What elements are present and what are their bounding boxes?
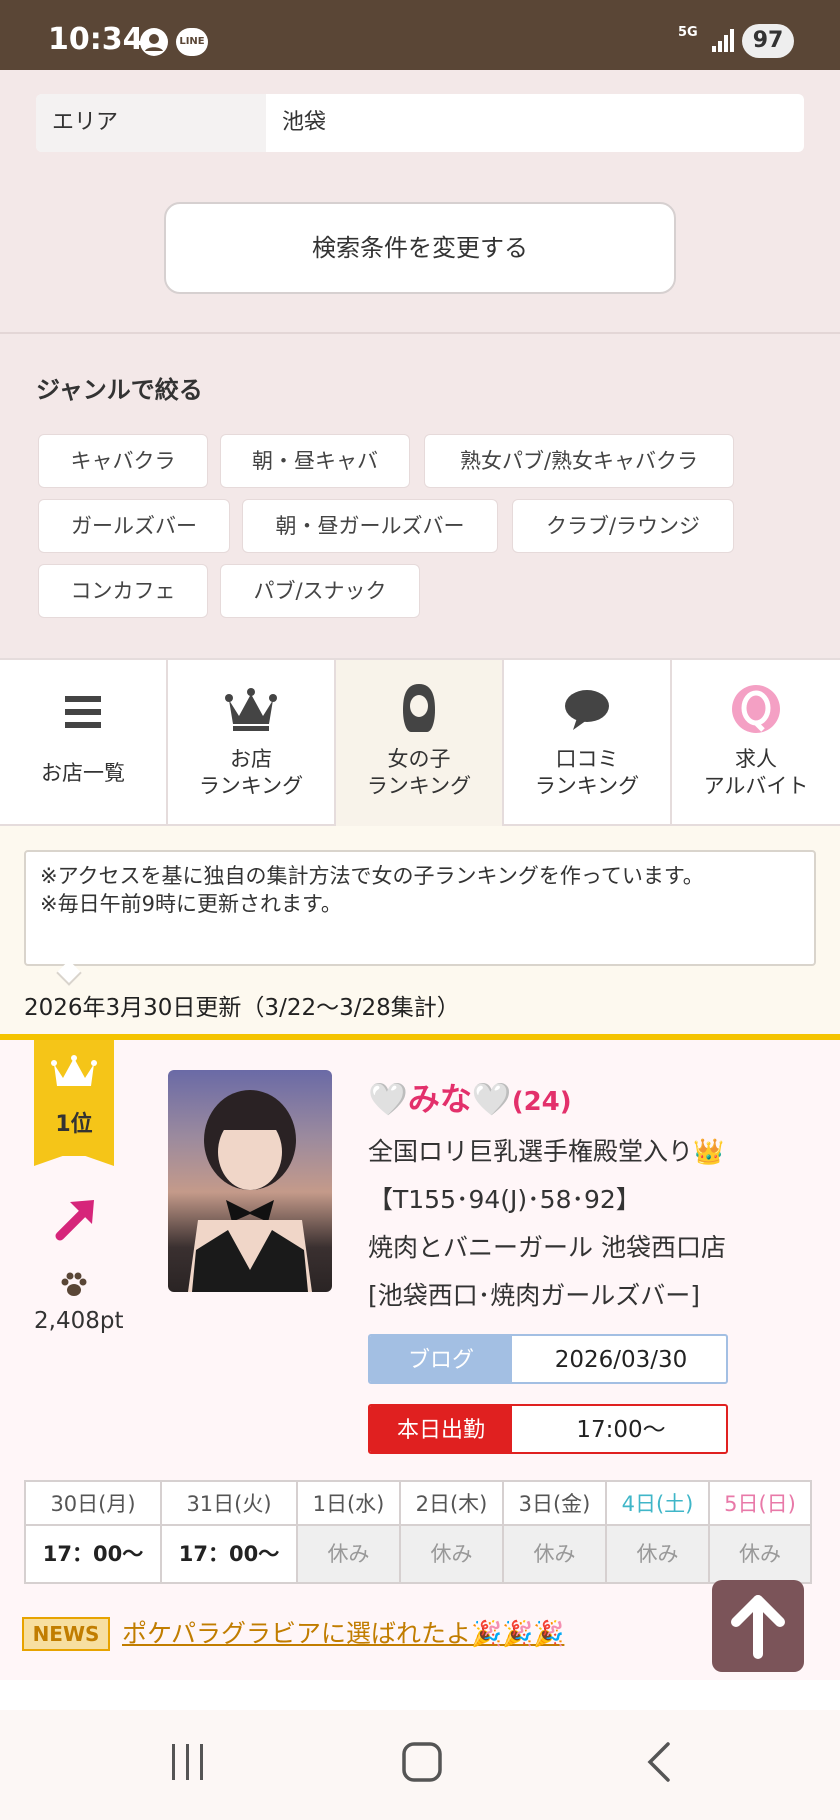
crown-icon (225, 688, 277, 731)
schedule-time: 休み (298, 1526, 399, 1582)
schedule-day: 4日(土) 休み (607, 1482, 710, 1582)
tab-review-ranking[interactable]: 口コミ ランキング (504, 660, 672, 826)
status-bar: 10:34 LINE 5G 97 (0, 0, 840, 70)
girl-photo[interactable] (168, 1070, 332, 1292)
genre-chip[interactable]: 熟女パブ/熟女キャバクラ (424, 434, 734, 488)
tab-shop-ranking[interactable]: お店 ランキング (168, 660, 336, 826)
updated-date: 2026年3月30日更新（3/22〜3/28集計） (24, 995, 460, 1021)
girl-spec: 【T155･94(J)･58･92】 (368, 1185, 641, 1214)
tab-label: 求人 アルバイト (703, 747, 809, 798)
blog-date: 2026/03/30 (554, 1347, 688, 1373)
genre-filter: ジャンルで絞る キャバクラ 朝・昼キャバ 熟女パブ/熟女キャバクラ ガールズバー… (0, 334, 840, 658)
search-conditions: エリア 池袋 検索条件を変更する (0, 70, 840, 332)
rank-badge-tail (34, 1152, 114, 1166)
genre-chip[interactable]: パブ/スナック (220, 564, 420, 618)
schedule-day: 3日(金) 休み (504, 1482, 607, 1582)
tab-label: お店一覧 (41, 761, 125, 785)
area-label: エリア (36, 94, 266, 152)
battery-indicator: 97 (742, 24, 794, 58)
blog-label: ブログ (370, 1336, 512, 1382)
girl-name[interactable]: 🤍みな🤍(24) (368, 1074, 572, 1120)
schedule-date: 4日(土) (607, 1482, 708, 1526)
status-time: 10:34 (48, 22, 144, 57)
news-link[interactable]: ポケパラグラビアに選ばれたよ🎉🎉🎉 (122, 1614, 564, 1650)
speech-bubble-icon (565, 690, 609, 730)
tab-label: お店 ランキング (198, 747, 304, 798)
schedule-date: 2日(木) (401, 1482, 502, 1526)
today-shift-row: 本日出勤 17:00〜 (368, 1404, 728, 1454)
system-navigation-bar (0, 1710, 840, 1820)
tab-girl-ranking[interactable]: 女の子 ランキング (336, 660, 504, 826)
q-icon (732, 685, 780, 733)
girl-catchphrase: 全国ロリ巨乳選手権殿堂入り👑 (368, 1137, 725, 1166)
girl-photo-illustration (188, 1090, 312, 1292)
tab-label: 口コミ ランキング (534, 747, 640, 798)
tab-label: 女の子 ランキング (366, 747, 472, 798)
schedule-time: 17：00〜 (162, 1526, 296, 1582)
line-app-icon: LINE (176, 28, 208, 56)
girl-icon (403, 684, 435, 732)
crown-icon (51, 1055, 97, 1086)
schedule-day: 31日(火) 17：00〜 (162, 1482, 298, 1582)
schedule-time: 休み (710, 1526, 810, 1582)
shop-name[interactable]: 焼肉とバニーガール 池袋西口店 (368, 1228, 726, 1264)
weekly-schedule: 30日(月) 17：00〜 31日(火) 17：00〜 1日(水) 休み 2日(… (24, 1480, 812, 1584)
account-icon (140, 28, 168, 56)
genre-title: ジャンルで絞る (36, 376, 203, 404)
scroll-to-top-button[interactable] (712, 1580, 804, 1672)
schedule-date: 3日(金) (504, 1482, 605, 1526)
schedule-time: 休み (607, 1526, 708, 1582)
tab-job[interactable]: 求人 アルバイト (672, 660, 840, 826)
change-search-button[interactable]: 検索条件を変更する (164, 202, 676, 294)
notice-line: ※毎日午前9時に更新されます。 (40, 892, 342, 916)
schedule-date: 1日(水) (298, 1482, 399, 1526)
girl-age: (24) (511, 1087, 572, 1117)
schedule-day: 5日(日) 休み (710, 1482, 810, 1582)
ranking-tabs: お店一覧 お店 ランキング 女の子 ランキング 口コミ ランキング 求人 アルバ… (0, 658, 840, 826)
arrow-up-icon (731, 1595, 785, 1659)
menu-icon (65, 696, 101, 728)
today-shift-time: 17:00〜 (576, 1417, 666, 1443)
rank-badge (34, 1040, 114, 1156)
schedule-date: 30日(月) (26, 1482, 160, 1526)
tab-shop-list[interactable]: お店一覧 (0, 660, 168, 826)
ranking-info: ※アクセスを基に独自の集計方法で女の子ランキングを作っています。 ※毎日午前9時… (0, 826, 840, 1036)
schedule-date: 31日(火) (162, 1482, 296, 1526)
schedule-time: 休み (401, 1526, 502, 1582)
schedule-time: 17：00〜 (26, 1526, 160, 1582)
area-value: 池袋 (282, 110, 327, 135)
notice-line: ※アクセスを基に独自の集計方法で女の子ランキングを作っています。 (40, 864, 704, 888)
arrow-up-right-icon (55, 1200, 94, 1241)
genre-chip[interactable]: キャバクラ (38, 434, 208, 488)
schedule-time: 休み (504, 1526, 605, 1582)
genre-chip[interactable]: コンカフェ (38, 564, 208, 618)
today-shift-label: 本日出勤 (370, 1406, 512, 1452)
schedule-day: 2日(木) 休み (401, 1482, 504, 1582)
paw-icon (61, 1272, 87, 1296)
back-icon[interactable] (644, 1740, 674, 1784)
recent-apps-icon[interactable] (168, 1740, 208, 1784)
genre-chip[interactable]: 朝・昼キャバ (220, 434, 410, 488)
blog-row[interactable]: ブログ 2026/03/30 (368, 1334, 728, 1384)
area-row: エリア 池袋 (36, 94, 804, 152)
network-type: 5G (678, 25, 698, 40)
genre-chip[interactable]: ガールズバー (38, 499, 230, 553)
schedule-day: 1日(水) 休み (298, 1482, 401, 1582)
rank-number: 1位 (55, 1112, 93, 1137)
signal-icon (712, 29, 734, 52)
points: 2,408pt (34, 1308, 124, 1334)
shop-area: [池袋西口･焼肉ガールズバー] (368, 1281, 701, 1310)
schedule-date: 5日(日) (710, 1482, 810, 1526)
home-icon[interactable] (400, 1740, 444, 1784)
genre-chip[interactable]: クラブ/ラウンジ (512, 499, 734, 553)
news-badge: NEWS (22, 1617, 110, 1651)
girl-name-text: 🤍みな🤍 (368, 1080, 512, 1118)
ranking-notice: ※アクセスを基に独自の集計方法で女の子ランキングを作っています。 ※毎日午前9時… (24, 850, 816, 966)
genre-chip[interactable]: 朝・昼ガールズバー (242, 499, 498, 553)
schedule-day: 30日(月) 17：00〜 (26, 1482, 162, 1582)
